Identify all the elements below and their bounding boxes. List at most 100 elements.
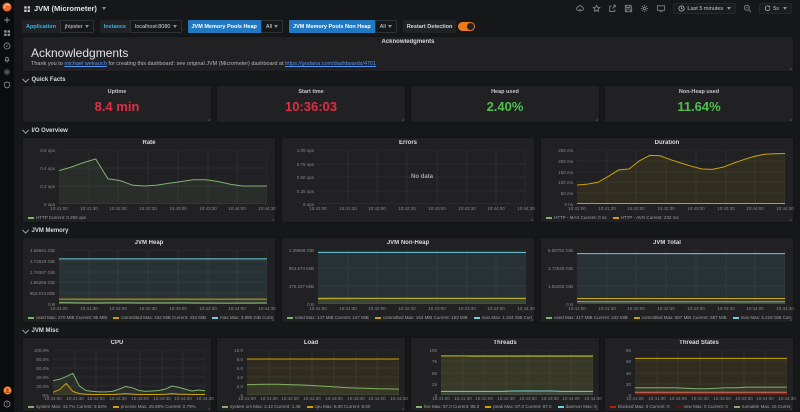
x-tick-label: 10:41:00 bbox=[238, 396, 256, 401]
y-tick-label: 3.72529 GiB bbox=[548, 266, 573, 271]
panel-title[interactable]: Thread States bbox=[605, 340, 793, 346]
var-jvm-memory-pools-heap[interactable]: JVM Memory Pools Heap All bbox=[188, 20, 284, 33]
panel-rate: Rate0 ops0.2 ops0.4 ops0.6 ops10:41:0010… bbox=[22, 137, 276, 223]
new-plus-icon[interactable] bbox=[0, 13, 14, 26]
chevron-down-icon bbox=[173, 25, 177, 28]
top-navbar: JVM (Micrometer) Last 5 minutes 5s bbox=[14, 0, 800, 17]
legend-item[interactable]: peak Max: 87.0 Current: 87.0 bbox=[485, 404, 551, 409]
alerting-bell-icon[interactable] bbox=[0, 52, 14, 65]
legend-item[interactable]: max Max: 1.334 GiB Current: 1.334 GiB bbox=[474, 315, 532, 320]
plot-area[interactable] bbox=[53, 350, 205, 395]
panel-title[interactable]: CPU bbox=[23, 340, 211, 346]
legend-item[interactable]: process Max: 25.98% Current: 0.79% bbox=[113, 404, 196, 409]
user-avatar[interactable] bbox=[0, 384, 14, 397]
grafana-dashboard: { "app": {"title": "JVM (Micrometer)"}, … bbox=[0, 0, 800, 412]
panel-title[interactable]: JVM Total bbox=[541, 240, 793, 246]
zoom-out-icon[interactable] bbox=[743, 4, 752, 13]
plot-area[interactable] bbox=[318, 250, 526, 304]
y-axis-labels: 020406080 bbox=[605, 350, 633, 395]
panel-title[interactable]: Errors bbox=[282, 140, 534, 146]
legend-item[interactable]: used Max: 417 MiB Current: 242 MiB bbox=[546, 315, 628, 320]
stat-title[interactable]: Non-Heap used bbox=[605, 89, 793, 95]
panel-title[interactable]: Load bbox=[217, 340, 405, 346]
template-variables-bar: Application jhipster Instance localhost:… bbox=[22, 19, 792, 34]
legend-item[interactable]: daemon Max: 9.0 Current: 8.0 bbox=[558, 404, 597, 409]
plot-area[interactable] bbox=[247, 350, 399, 395]
plot-area[interactable] bbox=[635, 350, 787, 395]
plot-area[interactable] bbox=[59, 150, 267, 204]
x-tick-label: 10:41:30 bbox=[598, 206, 616, 211]
panel-title[interactable]: Rate bbox=[23, 140, 275, 146]
panel-jvm-heap: JVM Heap0 B953.674 MiB1.86265 GiB2.79397… bbox=[22, 237, 276, 323]
var-jvm-memory-pools-non-heap[interactable]: JVM Memory Pools Non Heap All bbox=[289, 20, 397, 33]
x-tick-label: 10:43:30 bbox=[717, 206, 735, 211]
panel-load: Load02.04.06.08.010.010:41:0010:41:3010:… bbox=[216, 337, 406, 412]
legend-item[interactable]: HTTP Current: 0.200 ops bbox=[28, 215, 86, 220]
kiosk-tv-icon[interactable] bbox=[656, 4, 666, 13]
save-icon[interactable] bbox=[624, 4, 633, 13]
legend-item[interactable]: max Max: 3.885 GiB Current: 3.885 GiB bbox=[212, 315, 273, 320]
panel-title[interactable]: Acknowledgments bbox=[23, 39, 793, 45]
plot-area[interactable] bbox=[577, 150, 785, 204]
panel-title[interactable]: JVM Non-Heap bbox=[282, 240, 534, 246]
legend-item[interactable]: system Max: 43.7% Current: 9.63% bbox=[28, 404, 107, 409]
var-instance[interactable]: Instance localhost:8080 bbox=[100, 20, 182, 33]
panel-threads: Threads025507510010:41:0010:41:3010:42:0… bbox=[410, 337, 600, 412]
legend-item[interactable]: blocked Max: 0 Current: 0 bbox=[610, 404, 670, 409]
author-link[interactable]: michael weirauch bbox=[64, 61, 107, 67]
ack-text: Thank you to michael weirauch for creati… bbox=[31, 61, 785, 67]
configuration-gear-icon[interactable] bbox=[0, 65, 14, 78]
plot-area[interactable]: No data bbox=[318, 150, 526, 204]
stat-start-time: Start time10:36:03 bbox=[216, 85, 406, 123]
star-icon[interactable] bbox=[592, 4, 601, 13]
panel-title[interactable]: JVM Heap bbox=[23, 240, 275, 246]
plot-area[interactable] bbox=[441, 350, 593, 395]
share-icon[interactable] bbox=[608, 4, 617, 13]
legend-item[interactable]: committed Max: 153 MiB Current: 153 MiB bbox=[375, 315, 468, 320]
legend-item[interactable]: committed Max: 434 MiB Current: 434 MiB bbox=[113, 315, 206, 320]
snapshot-cloud-icon[interactable] bbox=[575, 4, 585, 13]
legend-item[interactable]: max Max: 5.219 GiB Current: 5.219 GiB bbox=[733, 315, 791, 320]
stat-title[interactable]: Start time bbox=[217, 89, 405, 95]
panel-title[interactable]: Threads bbox=[411, 340, 599, 346]
var-application[interactable]: Application jhipster bbox=[22, 20, 94, 33]
row-io-overview[interactable]: I/O Overview bbox=[22, 127, 68, 135]
x-tick-label: 10:44:00 bbox=[368, 396, 386, 401]
dashboard-title[interactable]: JVM (Micrometer) bbox=[23, 4, 106, 13]
legend-item[interactable]: HTTP - AVG Current: 232 ms bbox=[613, 215, 679, 220]
legend-item[interactable]: system-1m Max: 2.42 Current: 1.48 bbox=[222, 404, 301, 409]
panel-errors: Errors0 ops0.25 ops0.50 ops0.75 ops1.00 … bbox=[281, 137, 535, 223]
legend-item[interactable]: used Max: 147 MiB Current: 147 MiB bbox=[287, 315, 369, 320]
var-value: localhost:8080 bbox=[135, 24, 170, 30]
help-icon[interactable]: ? bbox=[0, 397, 14, 410]
explore-compass-icon[interactable] bbox=[0, 39, 14, 52]
legend-item[interactable]: live Max: 87.0 Current: 86.0 bbox=[416, 404, 479, 409]
panel-title[interactable]: Duration bbox=[541, 140, 793, 146]
legend-item[interactable]: new Max: 0 Current: 0 bbox=[676, 404, 728, 409]
dashboards-icon[interactable] bbox=[0, 26, 14, 39]
refresh-picker[interactable]: 5s bbox=[759, 3, 792, 14]
legend-item[interactable]: HTTP - MAX Current: 0 ns bbox=[546, 215, 607, 220]
row-jvm-misc[interactable]: JVM Misc bbox=[22, 327, 59, 335]
legend-item[interactable]: cpu Max: 8.00 Current: 8.00 bbox=[307, 404, 371, 409]
stat-title[interactable]: Heap used bbox=[411, 89, 599, 95]
dashboard-link[interactable]: https://grafana.com/dashboards/4701 bbox=[285, 61, 376, 67]
legend-item[interactable]: committed Max: 587 MiB Current: 587 MiB bbox=[634, 315, 727, 320]
server-admin-shield-icon[interactable] bbox=[0, 78, 14, 91]
plot-area[interactable] bbox=[59, 250, 267, 304]
time-range-picker[interactable]: Last 5 minutes bbox=[673, 3, 736, 14]
restart-detection-toggle[interactable] bbox=[458, 22, 475, 31]
y-tick-label: 100.0% bbox=[34, 348, 49, 353]
legend-item[interactable]: used Max: 270 MiB Current: 95 MiB bbox=[28, 315, 107, 320]
x-tick-label: 10:44:30 bbox=[196, 396, 214, 401]
row-quick-facts[interactable]: Quick Facts bbox=[22, 76, 66, 84]
y-tick-label: 2.79397 GiB bbox=[30, 270, 55, 275]
legend-item[interactable]: runnable Max: 15 Current: 14 bbox=[734, 404, 791, 409]
settings-gear-icon[interactable] bbox=[640, 4, 649, 13]
x-tick-label: 10:42:30 bbox=[657, 206, 675, 211]
row-jvm-memory[interactable]: JVM Memory bbox=[22, 227, 69, 235]
x-axis-labels: 10:41:0010:41:3010:42:0010:42:3010:43:00… bbox=[577, 206, 785, 212]
grafana-logo[interactable] bbox=[0, 0, 14, 13]
plot-area[interactable] bbox=[577, 250, 785, 304]
stat-title[interactable]: Uptime bbox=[23, 89, 211, 95]
